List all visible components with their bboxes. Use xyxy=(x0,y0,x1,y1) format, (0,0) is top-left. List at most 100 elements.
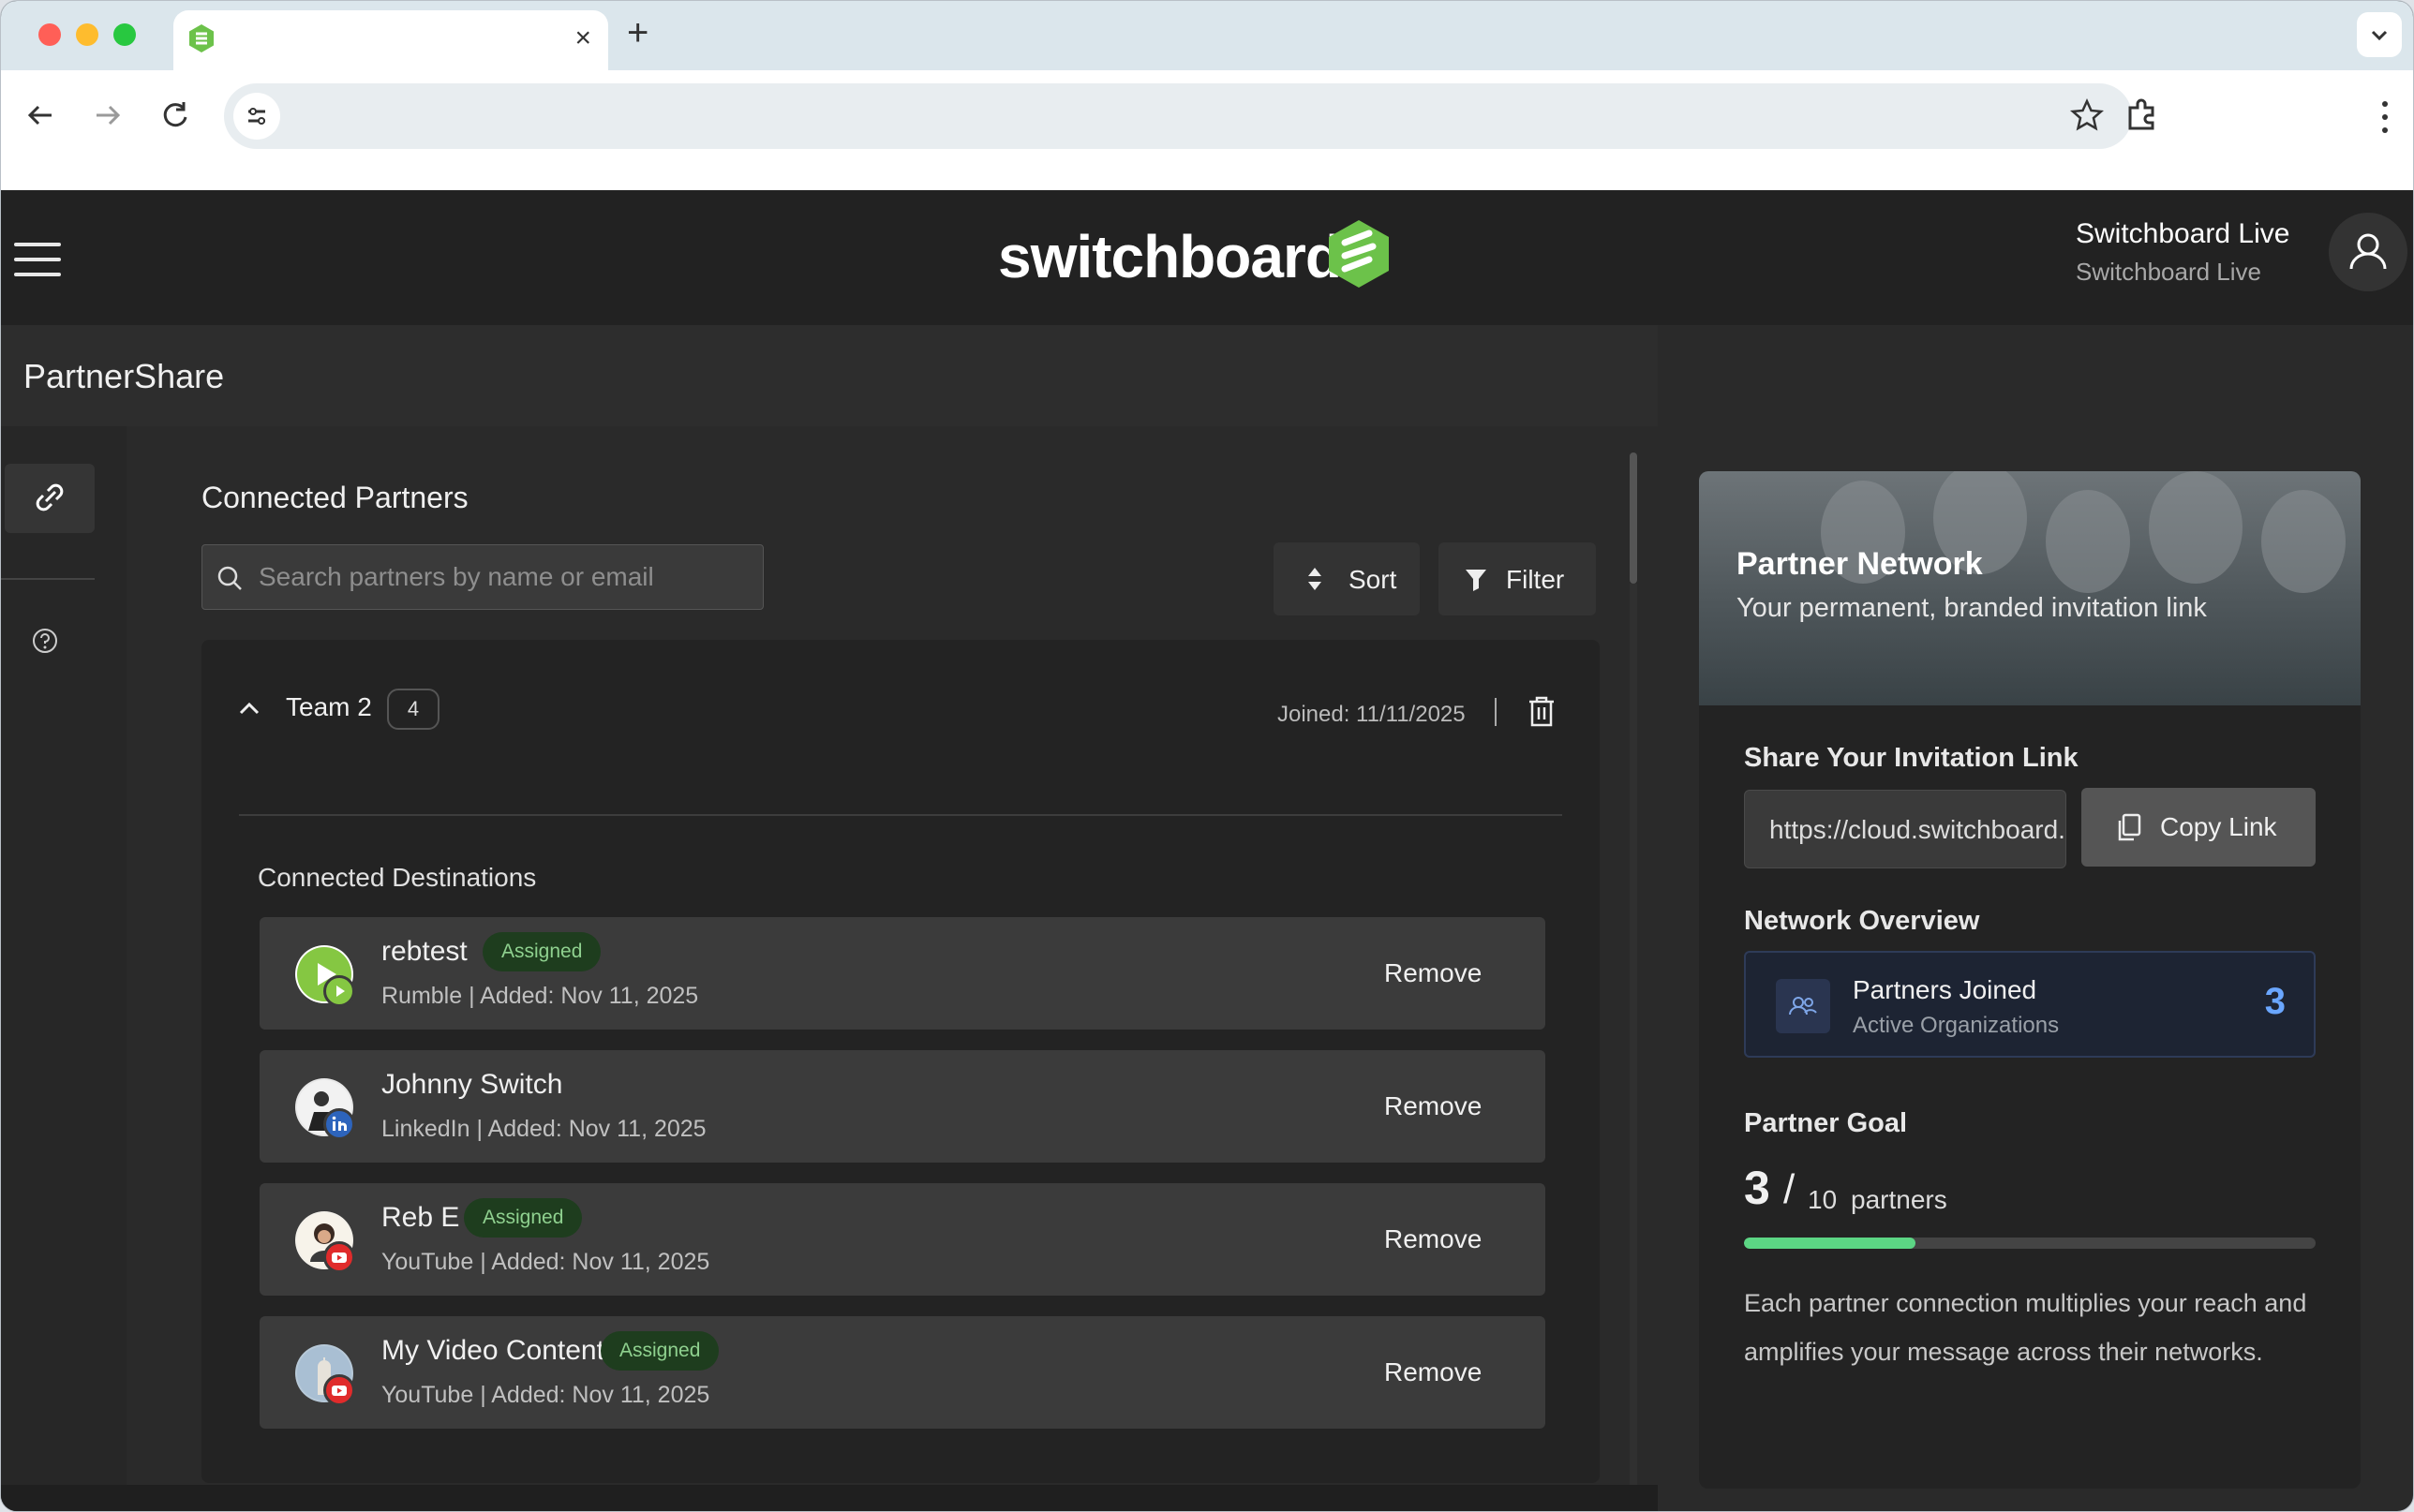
site-settings-icon[interactable] xyxy=(233,93,280,140)
destination-meta: YouTube | Added: Nov 11, 2025 xyxy=(381,1249,710,1275)
youtube-icon xyxy=(323,1241,355,1273)
goal-description: Each partner connection multiplies your … xyxy=(1744,1289,2307,1366)
address-bar[interactable] xyxy=(224,83,2132,149)
bottom-strip xyxy=(1,1485,1658,1511)
destination-name: Johnny Switch xyxy=(381,1069,563,1100)
search-icon xyxy=(217,566,242,590)
assigned-badge: Assigned xyxy=(601,1331,720,1371)
destination-row: rebtest Assigned Rumble | Added: Nov 11,… xyxy=(260,917,1545,1030)
hero-image xyxy=(2261,490,2346,593)
account-name: Switchboard Live xyxy=(2076,218,2290,249)
sidebar-divider xyxy=(1,578,95,580)
bookmark-star-icon[interactable] xyxy=(2066,95,2108,136)
zoom-window-button[interactable] xyxy=(113,23,136,46)
destination-name: My Video Content xyxy=(381,1335,604,1366)
logo-text: switchboard xyxy=(998,223,1342,290)
copy-icon xyxy=(2118,813,2141,841)
share-link-label: Share Your Invitation Link xyxy=(1744,743,2079,773)
goal-slash: / xyxy=(1783,1166,1796,1212)
page-title: PartnerShare xyxy=(23,357,225,395)
destination-meta: Rumble | Added: Nov 11, 2025 xyxy=(381,983,699,1009)
sidebar xyxy=(1,426,127,1511)
page-header: PartnerShare xyxy=(1,325,1658,426)
reload-icon[interactable] xyxy=(155,95,196,136)
team-card: Team 2 4 Joined: 11/11/2025 Connected De… xyxy=(201,640,1600,1483)
chevron-up-icon[interactable] xyxy=(237,700,261,717)
destination-name: rebtest xyxy=(381,936,468,967)
card-divider xyxy=(239,814,1562,816)
invitation-link-field[interactable]: https://cloud.switchboard.live xyxy=(1744,790,2066,868)
partners-joined-card: Partners Joined Active Organizations 3 xyxy=(1744,951,2316,1058)
main-content: Connected Partners Sort Filter Team 2 4 … xyxy=(127,426,1658,1511)
trash-icon[interactable] xyxy=(1527,694,1557,728)
tab-bar: × + xyxy=(1,1,2413,70)
browser-toolbar xyxy=(1,70,2413,190)
minimize-window-button[interactable] xyxy=(76,23,98,46)
goal-progress-bar xyxy=(1744,1238,2316,1249)
goal-progress-fill xyxy=(1744,1238,1915,1249)
search-input[interactable] xyxy=(259,558,746,596)
connected-partners-title: Connected Partners xyxy=(201,481,469,514)
sort-label: Sort xyxy=(1349,565,1397,594)
hero-image xyxy=(2046,490,2130,593)
assigned-badge: Assigned xyxy=(464,1198,583,1238)
network-overview-label: Network Overview xyxy=(1744,906,1980,936)
copy-link-button[interactable]: Copy Link xyxy=(2081,788,2316,867)
goal-max: 10 xyxy=(1808,1185,1838,1214)
destination-meta: YouTube | Added: Nov 11, 2025 xyxy=(381,1382,710,1408)
team-name: Team 2 xyxy=(286,692,372,721)
user-icon xyxy=(2349,233,2387,270)
switchboard-favicon-icon xyxy=(189,24,214,52)
extensions-puzzle-icon[interactable] xyxy=(2121,95,2162,136)
filter-label: Filter xyxy=(1506,565,1565,594)
close-window-button[interactable] xyxy=(38,23,61,46)
link-icon xyxy=(36,483,64,511)
partners-joined-count: 3 xyxy=(2264,981,2286,1022)
hamburger-menu-icon[interactable] xyxy=(14,243,61,276)
destination-name: Reb E xyxy=(381,1202,460,1233)
hero-subtitle: Your permanent, branded invitation link xyxy=(1736,593,2207,623)
destination-meta: LinkedIn | Added: Nov 11, 2025 xyxy=(381,1116,707,1142)
remove-button[interactable]: Remove xyxy=(1384,1224,1482,1254)
filter-icon xyxy=(1466,570,1486,591)
assigned-badge: Assigned xyxy=(483,932,602,971)
sort-button[interactable]: Sort xyxy=(1274,542,1420,615)
account-subtitle: Switchboard Live xyxy=(2076,258,2261,286)
remove-button[interactable]: Remove xyxy=(1384,1091,1482,1121)
close-tab-icon[interactable]: × xyxy=(574,22,591,55)
header-separator xyxy=(1495,698,1497,726)
browser-tab[interactable]: × xyxy=(173,10,608,70)
partner-network-panel: Partner Network Your permanent, branded … xyxy=(1699,471,2361,1489)
partner-goal-label: Partner Goal xyxy=(1744,1108,1908,1138)
copy-link-label: Copy Link xyxy=(2160,812,2277,841)
hero-banner: Partner Network Your permanent, branded … xyxy=(1699,471,2361,705)
scrollbar-thumb[interactable] xyxy=(1630,452,1637,584)
sidebar-item-partnershare[interactable] xyxy=(5,464,95,533)
partners-joined-subtitle: Active Organizations xyxy=(1853,1013,2060,1038)
linkedin-icon xyxy=(323,1108,355,1140)
team-count-badge: 4 xyxy=(387,689,440,730)
search-box xyxy=(201,544,764,610)
tab-search-button[interactable] xyxy=(2357,12,2402,57)
partners-joined-title: Partners Joined xyxy=(1853,975,2037,1004)
forward-arrow-icon[interactable] xyxy=(87,95,128,136)
destination-row: My Video Content Assigned YouTube | Adde… xyxy=(260,1316,1545,1429)
youtube-icon xyxy=(323,1374,355,1406)
new-tab-icon[interactable]: + xyxy=(627,14,648,52)
browser-menu-icon[interactable] xyxy=(2379,98,2391,136)
sort-icon xyxy=(1308,568,1321,590)
scrollbar-track[interactable] xyxy=(1630,584,1637,1511)
filter-button[interactable]: Filter xyxy=(1438,542,1596,615)
goal-unit: partners xyxy=(1851,1185,1947,1214)
app-header: switchboard Switchboard Live Switchboard… xyxy=(1,190,2413,325)
back-arrow-icon[interactable] xyxy=(20,95,61,136)
invitation-link-text: https://cloud.switchboard.live xyxy=(1769,815,2065,844)
help-icon[interactable] xyxy=(31,627,59,655)
connected-destinations-title: Connected Destinations xyxy=(258,863,537,892)
team-joined-date: Joined: 11/11/2025 xyxy=(1277,702,1466,727)
users-icon xyxy=(1776,979,1830,1033)
user-account-button[interactable] xyxy=(2329,213,2407,291)
remove-button[interactable]: Remove xyxy=(1384,958,1482,988)
page-header-right xyxy=(1658,325,2413,426)
remove-button[interactable]: Remove xyxy=(1384,1357,1482,1387)
